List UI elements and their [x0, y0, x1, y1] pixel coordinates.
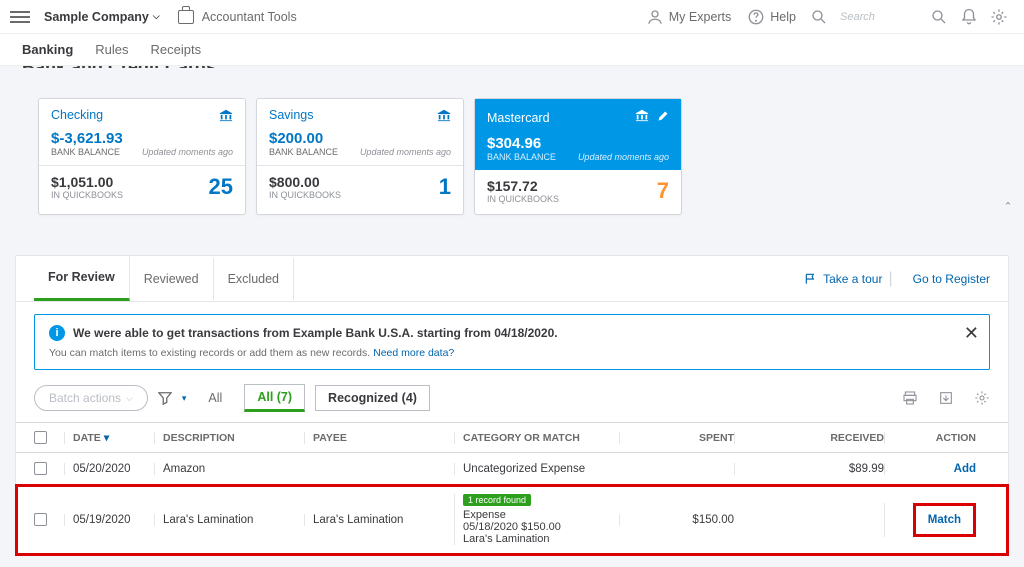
table-row[interactable]: 05/20/2020 Amazon Uncategorized Expense … [16, 453, 1008, 485]
settings-icon[interactable] [974, 390, 990, 406]
chip-all-7[interactable]: All (7) [244, 384, 305, 412]
bank-icon [635, 108, 649, 122]
record-found-badge: 1 record found [463, 494, 531, 506]
close-icon[interactable]: ✕ [964, 323, 979, 344]
help-link[interactable]: Help [747, 8, 796, 26]
info-banner: iWe were able to get transactions from E… [34, 314, 990, 370]
col-date[interactable]: DATE ▾ [64, 432, 154, 444]
bank-icon [219, 108, 233, 122]
my-experts-link[interactable]: My Experts [646, 8, 732, 26]
person-icon [646, 8, 664, 26]
tab-for-review[interactable]: For Review [34, 256, 130, 301]
match-button[interactable]: Match [928, 514, 961, 526]
account-card-mastercard[interactable]: Mastercard $304.96 BANK BALANCEUpdated m… [474, 98, 682, 215]
print-icon[interactable] [902, 390, 918, 406]
table-header: DATE ▾ DESCRIPTION PAYEE CATEGORY OR MAT… [16, 422, 1008, 453]
select-all-checkbox[interactable] [34, 431, 47, 444]
help-icon [747, 8, 765, 26]
filter-icon[interactable] [158, 391, 172, 405]
go-to-register-link[interactable]: Go to Register [913, 272, 990, 286]
account-card-checking[interactable]: Checking $-3,621.93 BANK BALANCEUpdated … [38, 98, 246, 215]
search-icon-2[interactable] [930, 8, 948, 26]
flag-icon [804, 272, 818, 286]
nav-receipts[interactable]: Receipts [151, 42, 202, 57]
company-selector[interactable]: Sample Company⌵ [44, 10, 160, 24]
gear-icon[interactable] [990, 8, 1008, 26]
menu-icon[interactable] [10, 7, 30, 27]
nav-banking[interactable]: Banking [22, 42, 73, 57]
tab-excluded[interactable]: Excluded [214, 258, 294, 300]
accountant-tools-link[interactable]: Accountant Tools [202, 10, 297, 24]
account-card-savings[interactable]: Savings $200.00 BANK BALANCEUpdated mome… [256, 98, 464, 215]
search-icon[interactable] [810, 8, 828, 26]
need-more-data-link[interactable]: Need more data? [373, 347, 454, 359]
chip-recognized[interactable]: Recognized (4) [315, 385, 430, 411]
row-checkbox[interactable] [34, 462, 47, 475]
table-row[interactable]: 05/19/2020 Lara's Lamination Lara's Lami… [16, 485, 1008, 555]
tab-reviewed[interactable]: Reviewed [130, 258, 214, 300]
row-checkbox[interactable] [34, 513, 47, 526]
batch-actions-button[interactable]: Batch actions⌵ [34, 385, 148, 411]
bell-icon[interactable] [960, 8, 978, 26]
chip-all[interactable]: All [196, 386, 234, 410]
take-tour-link[interactable]: Take a tour [804, 272, 882, 286]
info-icon: i [49, 325, 65, 341]
pencil-icon[interactable] [657, 110, 669, 122]
bank-icon [437, 108, 451, 122]
briefcase-icon [178, 10, 194, 24]
add-button[interactable]: Add [954, 463, 976, 475]
export-icon[interactable] [938, 390, 954, 406]
nav-rules[interactable]: Rules [95, 42, 128, 57]
page-title: Bank and Credit Cards [22, 66, 216, 68]
search-input[interactable]: Search [834, 11, 924, 23]
collapse-icon[interactable]: ⌃ [998, 196, 1018, 216]
